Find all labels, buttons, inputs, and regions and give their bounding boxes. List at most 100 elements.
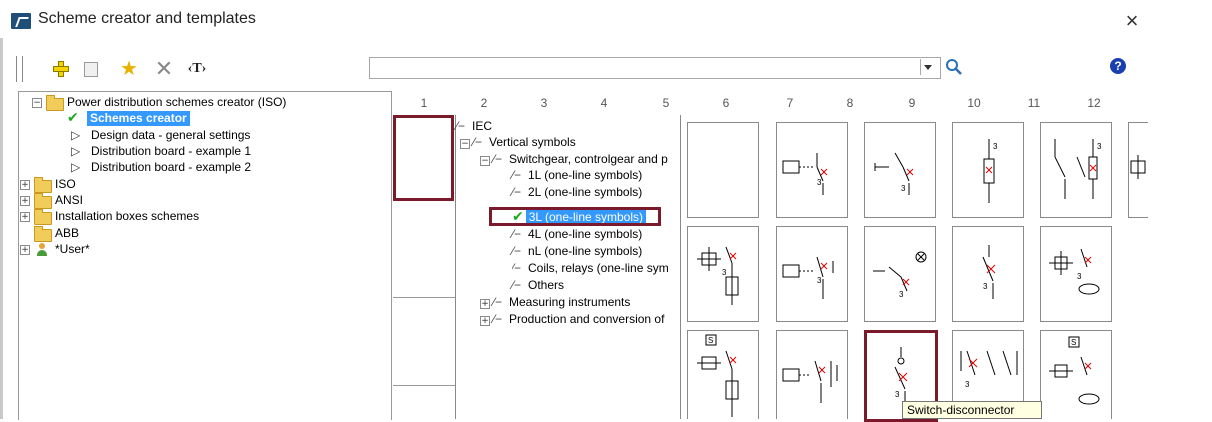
symtree-others[interactable]: ⁄− Others (512, 278, 564, 293)
symtree-switchgear[interactable]: − ⁄− Switchgear, controlgear and p (480, 152, 680, 167)
tree-item-label: *User* (55, 242, 90, 256)
collapse-icon[interactable]: − (460, 139, 470, 149)
fuse-symbol-icon: 3 (983, 139, 998, 203)
symtree-label: 2L (one-line symbols) (528, 185, 643, 199)
pole-count: 3 (983, 282, 988, 291)
symtree-production[interactable]: + ⁄− Production and conversion of (480, 312, 680, 327)
expand-icon[interactable]: + (20, 180, 30, 190)
title-bar: Scheme creator and templates × (0, 0, 1150, 38)
expand-icon[interactable]: + (480, 299, 490, 309)
symtree-measuring[interactable]: + ⁄− Measuring instruments (480, 295, 630, 310)
symtree-label: Others (528, 278, 565, 292)
check-icon: ✔ (67, 109, 79, 125)
symtree-label: nL (one-line symbols) (528, 244, 643, 258)
symtree-iec[interactable]: ⁄− IEC (456, 119, 492, 134)
symbol-icon: ⁄− (512, 227, 522, 241)
text-button[interactable]: ‹T› (186, 58, 208, 80)
contactor-symbol-icon (782, 360, 838, 403)
tree-item-board-1[interactable]: ▷ Distribution board - example 1 (19, 144, 389, 159)
symbol-cell-contactor-3[interactable] (776, 330, 848, 419)
symbol-cell-partial[interactable] (1128, 122, 1148, 218)
symbol-icon: ⁄− (512, 244, 522, 258)
delete-icon[interactable]: ✕ (153, 58, 175, 80)
tree-item-design-data[interactable]: ▷ Design data - general settings (19, 128, 389, 143)
symbol-cell-starter-s[interactable]: S (687, 330, 759, 419)
tree-item-label: Distribution board - example 2 (91, 160, 252, 174)
symtree-label: 1L (one-line symbols) (528, 168, 643, 182)
symtree-label: Vertical symbols (489, 135, 576, 149)
tree-item-installation[interactable]: + Installation boxes schemes (19, 209, 389, 225)
pole-count: 3 (817, 276, 822, 285)
tree-item-ansi[interactable]: + ANSI (19, 193, 389, 209)
tree-item-label: ANSI (55, 193, 84, 207)
tree-item-label: Installation boxes schemes (55, 209, 200, 223)
close-button[interactable]: × (1120, 10, 1144, 32)
chevron-down-icon[interactable] (920, 59, 935, 75)
symbol-cell-motor-protector-s[interactable]: S (1040, 330, 1112, 419)
symbol-icon: ⁄− (493, 152, 503, 166)
add-icon[interactable] (50, 58, 72, 80)
divider (393, 385, 455, 386)
tree-item-schemes-creator[interactable]: ✔ Schemes creator (19, 109, 389, 126)
symbol-cell-switch[interactable]: 3 (864, 122, 936, 218)
properties-icon[interactable] (80, 58, 102, 80)
symbol-icon: ⁄− (456, 119, 466, 133)
expand-icon[interactable]: + (480, 316, 490, 326)
symtree-1l[interactable]: ⁄− 1L (one-line symbols) (512, 168, 642, 183)
tree-item-abb[interactable]: ABB (19, 226, 389, 242)
toolbar-grip[interactable] (16, 56, 23, 82)
symbol-cell-switch-fuse[interactable]: 3 (1040, 122, 1112, 218)
symtree-nl[interactable]: ⁄− nL (one-line symbols) (512, 244, 642, 259)
symtree-label: Switchgear, controlgear and p (509, 152, 668, 166)
symbol-icon: ⁄− (512, 261, 522, 275)
search-input[interactable] (372, 59, 916, 78)
pole-count: 3 (817, 178, 822, 187)
tree-item-board-2[interactable]: ▷ Distribution board - example 2 (19, 160, 389, 175)
scheme-preview-slot[interactable] (393, 115, 454, 201)
expand-icon[interactable]: + (20, 245, 30, 255)
switch-lamp-symbol-icon: 3 (873, 251, 927, 299)
tree-item-user[interactable]: + *User* (19, 242, 389, 257)
symtree-vertical[interactable]: − ⁄− Vertical symbols (460, 135, 576, 150)
column-divider (455, 115, 456, 419)
template-tree[interactable]: − Power distribution schemes creator (IS… (18, 91, 392, 420)
symbol-cell-switch-lamp[interactable]: 3 (864, 226, 936, 322)
symtree-4l[interactable]: ⁄− 4L (one-line symbols) (512, 227, 642, 242)
pole-count: 3 (1077, 272, 1082, 281)
motor-protector-symbol-icon: 3 (1049, 248, 1100, 295)
tree-item-label: Power distribution schemes creator (ISO) (67, 95, 287, 109)
symbol-cell-contactor[interactable]: 3 (776, 122, 848, 218)
switch-fuse-symbol-icon: 3 (1054, 139, 1102, 199)
tree-item-iso[interactable]: + ISO (19, 177, 389, 193)
collapse-icon[interactable]: − (32, 98, 42, 108)
switch-symbol-icon: 3 (874, 152, 914, 195)
symbol-icon: ⁄− (512, 185, 522, 199)
pole-count: 3 (901, 184, 906, 193)
search-combobox[interactable] (369, 57, 941, 79)
symbol-cell-empty[interactable] (687, 122, 759, 218)
column-number: 9 (908, 96, 916, 110)
symtree-2l[interactable]: ⁄− 2L (one-line symbols) (512, 185, 642, 200)
expand-icon[interactable]: + (20, 212, 30, 222)
pole-count: 3 (965, 380, 970, 389)
contactor-symbol-icon: 3 (782, 153, 828, 195)
app-icon (11, 13, 31, 29)
help-icon[interactable]: ? (1110, 58, 1126, 74)
tree-item-root[interactable]: − Power distribution schemes creator (IS… (19, 95, 389, 111)
symbol-cell-rcd[interactable]: 3 (952, 226, 1024, 322)
collapse-icon[interactable]: − (480, 156, 490, 166)
symbol-cell-contactor-2[interactable]: 3 (776, 226, 848, 322)
symbol-icon: ⁄− (512, 278, 522, 292)
star-icon[interactable]: ★ (118, 58, 140, 80)
symbol-cell-motor-protector[interactable]: 3 (1040, 226, 1112, 322)
pole-count: 3 (899, 290, 904, 299)
symbol-cell-motor-starter[interactable]: 3 (687, 226, 759, 322)
divider (393, 297, 455, 298)
symbol-cell-fuse[interactable]: 3 (952, 122, 1024, 218)
symtree-coils[interactable]: ⁄− Coils, relays (one-line sym (512, 261, 680, 276)
expand-icon[interactable]: + (20, 196, 30, 206)
search-icon[interactable] (944, 57, 964, 77)
tree-item-label: ISO (55, 177, 76, 191)
symtree-label: Production and conversion of (509, 312, 665, 326)
folder-icon (34, 193, 52, 209)
